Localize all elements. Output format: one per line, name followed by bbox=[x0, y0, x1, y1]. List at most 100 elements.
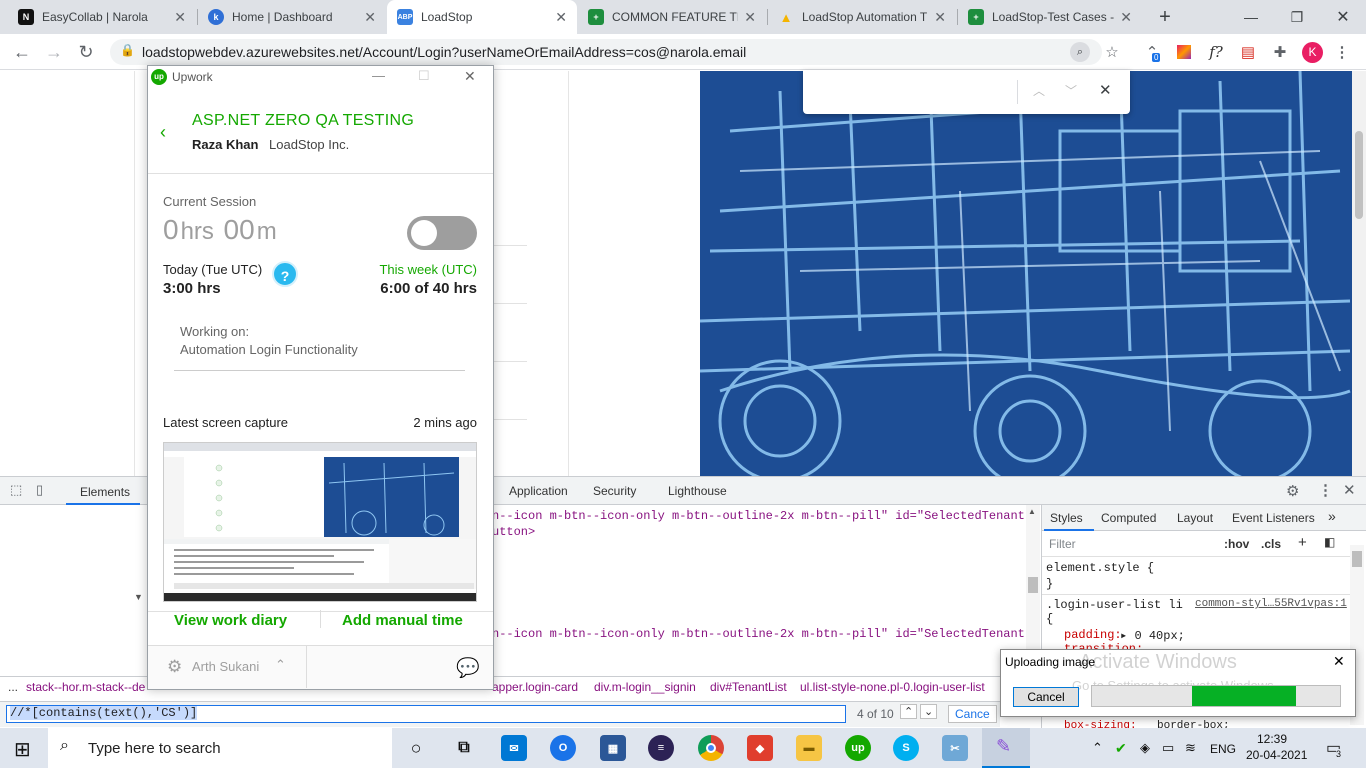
tray-app-icon[interactable]: ◈ bbox=[1140, 740, 1150, 756]
back-icon[interactable]: ← bbox=[6, 34, 38, 70]
style-rule-selector[interactable]: .login-user-list li bbox=[1046, 598, 1183, 612]
eclipse-icon[interactable]: ≡ bbox=[648, 735, 674, 761]
search-cancel-button[interactable]: Cance bbox=[948, 705, 997, 723]
device-toolbar-icon[interactable]: ▯ bbox=[36, 482, 43, 498]
close-tab-icon[interactable]: ✕ bbox=[744, 9, 756, 26]
task-view-icon[interactable]: ⧉ bbox=[451, 735, 477, 761]
file-explorer-icon[interactable]: ▬ bbox=[796, 735, 822, 761]
style-rule-selector[interactable]: element.style { bbox=[1046, 561, 1154, 575]
address-bar[interactable]: 🔒 loadstopwebdev.azurewebsites.net/Accou… bbox=[110, 39, 1102, 65]
snipping-tool-icon[interactable]: ✂ bbox=[942, 735, 968, 761]
profile-avatar[interactable]: K bbox=[1302, 42, 1323, 63]
chrome-icon[interactable] bbox=[698, 735, 724, 761]
search-next-icon[interactable]: ⌄ bbox=[920, 704, 938, 719]
cortana-icon[interactable]: ○ bbox=[403, 735, 429, 761]
dom-search-input[interactable]: //*[contains(text(),'CS')] bbox=[6, 705, 846, 723]
expand-triangle-icon[interactable]: ▼ bbox=[134, 592, 143, 602]
view-work-diary-link[interactable]: View work diary bbox=[174, 612, 287, 629]
mail-icon[interactable]: ✉ bbox=[501, 735, 527, 761]
lock-icon[interactable]: 🔒 bbox=[120, 43, 135, 57]
store-icon[interactable]: ▦ bbox=[600, 735, 626, 761]
cls-toggle[interactable]: .cls bbox=[1261, 537, 1281, 551]
breadcrumb[interactable]: ul.list-style-none.pl-0.login-user-list bbox=[800, 680, 985, 694]
more-tabs-icon[interactable]: » bbox=[1328, 508, 1336, 524]
skype-icon[interactable]: S bbox=[893, 735, 919, 761]
close-window-icon[interactable]: ✕ bbox=[464, 68, 476, 85]
tab-elements[interactable]: Elements bbox=[66, 479, 140, 505]
dom-line[interactable]: n--icon m-btn--icon-only m-btn--outline-… bbox=[492, 509, 1032, 523]
working-on-task[interactable]: Automation Login Functionality bbox=[180, 342, 358, 357]
close-tab-icon[interactable]: ✕ bbox=[364, 9, 376, 26]
help-icon[interactable]: ? bbox=[272, 261, 298, 287]
close-tab-icon[interactable]: ✕ bbox=[555, 9, 567, 26]
close-tab-icon[interactable]: ✕ bbox=[174, 9, 186, 26]
tray-upwork-icon[interactable]: ✔ bbox=[1115, 740, 1127, 757]
tab-dashboard[interactable]: k Home | Dashboard ✕ bbox=[198, 0, 386, 34]
breadcrumb[interactable]: stack--hor.m-stack--de bbox=[26, 680, 145, 694]
devtools-settings-icon[interactable]: ⚙ bbox=[1286, 482, 1299, 500]
minimize-icon[interactable]: — bbox=[1228, 0, 1274, 34]
devtools-menu-icon[interactable]: ⋮ bbox=[1318, 481, 1333, 499]
tray-monitor-icon[interactable]: ▭ bbox=[1162, 740, 1174, 756]
tab-loadstop-automation[interactable]: ▲ LoadStop Automation T ✕ bbox=[768, 0, 956, 34]
tab-loadstop[interactable]: ABP LoadStop ✕ bbox=[387, 0, 577, 34]
css-property[interactable]: padding: bbox=[1064, 628, 1122, 642]
close-tab-icon[interactable]: ✕ bbox=[934, 9, 946, 26]
star-icon[interactable]: ☆ bbox=[1102, 42, 1122, 62]
find-previous-icon[interactable]: ︿ bbox=[1033, 82, 1045, 99]
menu-kebab-icon[interactable]: ⋮ bbox=[1332, 42, 1352, 62]
taskbar-search-box[interactable]: ⌕ Type here to search bbox=[48, 728, 392, 768]
close-window-icon[interactable]: ✕ bbox=[1320, 0, 1366, 34]
hov-toggle[interactable]: :hov bbox=[1224, 537, 1249, 551]
back-chevron-icon[interactable]: ‹ bbox=[160, 122, 166, 143]
dom-line[interactable]: n--icon m-btn--icon-only m-btn--outline-… bbox=[492, 627, 1032, 641]
restore-icon[interactable]: ❐ bbox=[1274, 0, 1320, 34]
add-manual-time-link[interactable]: Add manual time bbox=[342, 612, 463, 629]
tracking-toggle[interactable] bbox=[407, 216, 477, 250]
find-next-icon[interactable]: ﹀ bbox=[1065, 82, 1077, 99]
close-devtools-icon[interactable]: ✕ bbox=[1343, 481, 1356, 499]
styles-filter-input[interactable]: Filter bbox=[1046, 535, 1212, 553]
messages-icon[interactable]: 💬 bbox=[456, 656, 480, 680]
language-indicator[interactable]: ENG bbox=[1210, 742, 1236, 756]
upwork-taskbar-icon[interactable]: up bbox=[845, 735, 871, 761]
tab-event-listeners[interactable]: Event Listeners bbox=[1232, 511, 1315, 525]
tab-easycollab[interactable]: N EasyCollab | Narola ✕ bbox=[8, 0, 196, 34]
breadcrumb[interactable]: ... bbox=[8, 680, 18, 694]
close-tab-icon[interactable]: ✕ bbox=[1120, 9, 1132, 26]
inspect-element-icon[interactable]: ⬚ bbox=[10, 482, 22, 498]
dom-line[interactable]: utton> bbox=[492, 525, 535, 539]
tab-layout[interactable]: Layout bbox=[1177, 511, 1213, 525]
user-name[interactable]: Arth Sukani bbox=[192, 659, 259, 674]
anydesk-icon[interactable]: ◆ bbox=[747, 735, 773, 761]
breadcrumb[interactable]: div.m-login__signin bbox=[594, 680, 696, 694]
search-prev-icon[interactable]: ⌃ bbox=[900, 704, 918, 719]
user-menu-chevron-icon[interactable]: ⌃ bbox=[275, 657, 286, 673]
breadcrumb[interactable]: div#TenantList bbox=[710, 680, 787, 694]
clock-date[interactable]: 20-04-2021 bbox=[1246, 748, 1307, 762]
close-dialog-icon[interactable]: ✕ bbox=[1333, 653, 1345, 670]
screenshot-extension-icon[interactable]: ▤ bbox=[1238, 42, 1258, 62]
find-input[interactable] bbox=[813, 78, 1013, 106]
outlook-icon[interactable]: O bbox=[550, 735, 576, 761]
breadcrumb[interactable]: apper.login-card bbox=[492, 680, 578, 694]
new-tab-icon[interactable]: + bbox=[1152, 4, 1178, 30]
forward-icon[interactable]: → bbox=[38, 34, 70, 70]
minimize-icon[interactable]: — bbox=[372, 68, 385, 83]
extensions-puzzle-icon[interactable]: ✚ bbox=[1270, 42, 1290, 62]
new-rule-icon[interactable]: + bbox=[1298, 534, 1307, 551]
feather-app-icon[interactable]: ✎ bbox=[982, 728, 1030, 768]
windows-start-icon[interactable]: ⊞ bbox=[14, 737, 31, 762]
tab-styles[interactable]: Styles bbox=[1044, 505, 1094, 531]
settings-gear-icon[interactable]: ⚙ bbox=[167, 657, 182, 677]
extension-update-icon[interactable]: ⌃0 bbox=[1142, 42, 1162, 62]
font-extension-icon[interactable]: f? bbox=[1206, 42, 1226, 62]
cancel-upload-button[interactable]: Cancel bbox=[1013, 687, 1079, 707]
clock-time[interactable]: 12:39 bbox=[1257, 732, 1287, 746]
reload-icon[interactable]: ↻ bbox=[70, 34, 102, 70]
tab-common-feature[interactable]: + COMMON FEATURE TE ✕ bbox=[578, 0, 766, 34]
tab-computed[interactable]: Computed bbox=[1101, 511, 1156, 525]
toggle-sidebar-icon[interactable]: ◧ bbox=[1324, 535, 1335, 549]
close-find-icon[interactable]: ✕ bbox=[1099, 81, 1112, 99]
tab-application[interactable]: Application bbox=[509, 484, 568, 498]
